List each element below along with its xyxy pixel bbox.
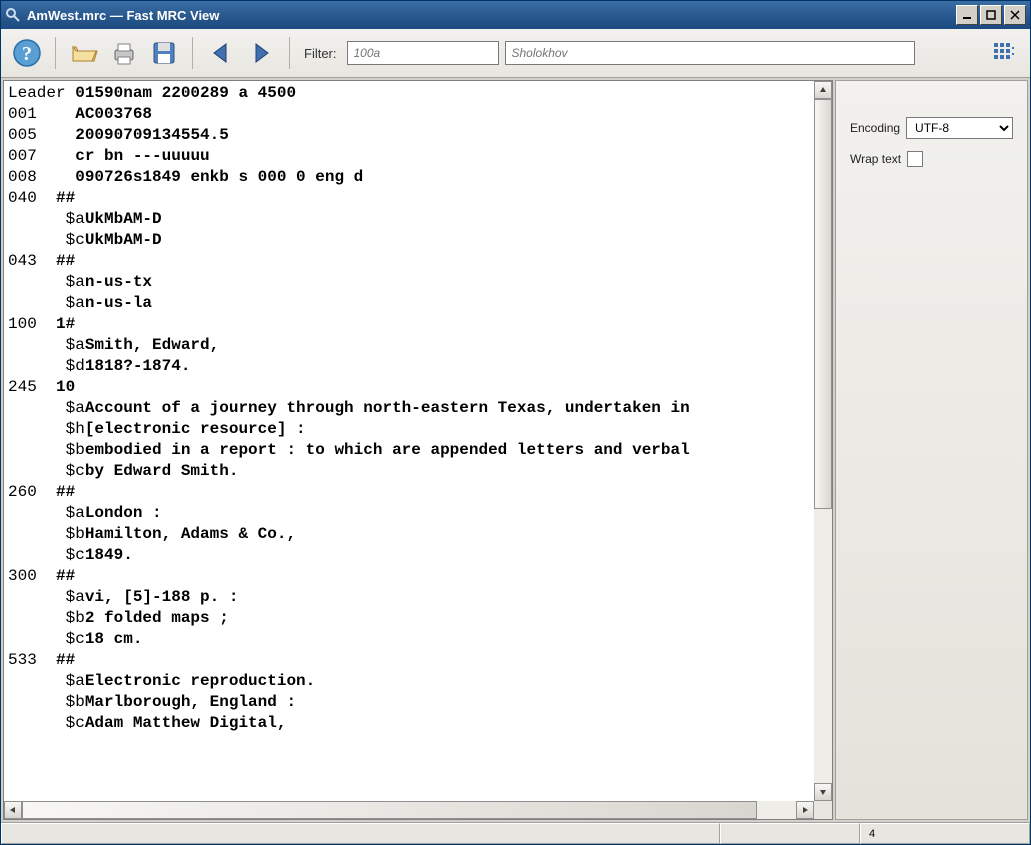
vertical-scrollbar[interactable] (814, 81, 832, 801)
toolbar-separator (192, 37, 193, 69)
wrap-text-checkbox[interactable] (907, 151, 923, 167)
open-button[interactable] (66, 35, 102, 71)
status-cell-2 (720, 823, 860, 844)
close-button[interactable] (1004, 5, 1026, 25)
toolbar-separator (289, 37, 290, 69)
maximize-button[interactable] (980, 5, 1002, 25)
status-cell-3: 4 (860, 823, 1030, 844)
statusbar: 4 (1, 822, 1030, 844)
print-button[interactable] (106, 35, 142, 71)
scroll-corner (814, 801, 832, 819)
scroll-track[interactable] (814, 99, 832, 783)
minimize-button[interactable] (956, 5, 978, 25)
scroll-up-button[interactable] (814, 81, 832, 99)
app-icon (5, 7, 21, 23)
side-panel: Encoding UTF-8 Wrap text (835, 80, 1028, 820)
next-button[interactable] (243, 35, 279, 71)
horizontal-scrollbar[interactable] (4, 801, 814, 819)
record-text[interactable]: Leader 01590nam 2200289 a 4500 001 AC003… (4, 81, 832, 819)
window-controls (956, 5, 1026, 25)
content-area: Leader 01590nam 2200289 a 4500 001 AC003… (1, 78, 1030, 822)
toolbar-separator (55, 37, 56, 69)
filter-label: Filter: (304, 46, 337, 61)
toolbar: ? Filter: (1, 29, 1030, 78)
encoding-label: Encoding (850, 121, 900, 135)
window-title: AmWest.mrc — Fast MRC View (27, 8, 956, 23)
scroll-track[interactable] (22, 801, 796, 819)
record-pane: Leader 01590nam 2200289 a 4500 001 AC003… (3, 80, 833, 820)
encoding-select[interactable]: UTF-8 (906, 117, 1013, 139)
filter-field-input[interactable] (347, 41, 499, 65)
scroll-right-button[interactable] (796, 801, 814, 819)
scroll-thumb[interactable] (814, 99, 832, 509)
help-button[interactable]: ? (9, 35, 45, 71)
scroll-thumb[interactable] (22, 801, 757, 819)
scroll-left-button[interactable] (4, 801, 22, 819)
svg-text:?: ? (22, 43, 32, 65)
titlebar: AmWest.mrc — Fast MRC View (1, 1, 1030, 29)
wrap-text-label: Wrap text (850, 152, 901, 166)
status-cell-1 (1, 823, 720, 844)
scroll-down-button[interactable] (814, 783, 832, 801)
prev-button[interactable] (203, 35, 239, 71)
save-button[interactable] (146, 35, 182, 71)
grid-view-button[interactable] (986, 35, 1022, 71)
filter-value-input[interactable] (505, 41, 915, 65)
